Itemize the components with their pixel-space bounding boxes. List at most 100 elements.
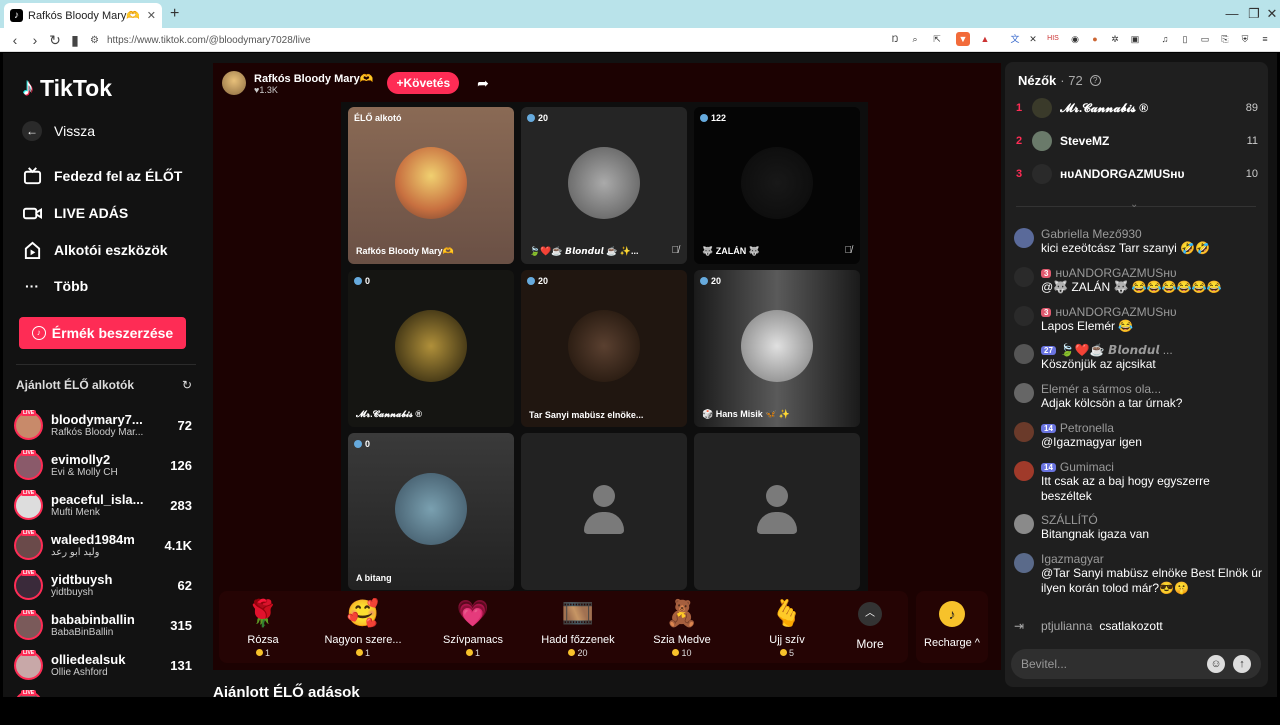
recharge-button[interactable]: ♪ Recharge ^ xyxy=(916,591,988,663)
extension-sync-icon[interactable]: ◉ xyxy=(1068,32,1082,46)
more-gifts-button[interactable]: ︿ More xyxy=(848,602,892,651)
top-viewer-row[interactable]: 3 ʜᴜANDORGAZMUSʜᴜ 10 xyxy=(1016,164,1258,184)
commenter-avatar[interactable] xyxy=(1014,267,1034,287)
commenter-name[interactable]: Elemér a sármos ola... xyxy=(1041,382,1262,396)
gift-icon: 💗 xyxy=(456,598,490,628)
wallet-icon[interactable]: ▭ xyxy=(1198,32,1212,46)
creator-item[interactable]: LIVE bababinballin BabaBinBallin 315 xyxy=(14,605,192,645)
back-link[interactable]: ← Vissza xyxy=(22,121,95,141)
gift-item[interactable]: 🫰 Ujj szív 5 xyxy=(742,598,832,658)
empty-seat-tile[interactable] xyxy=(694,433,860,590)
extension-color-icon[interactable]: ● xyxy=(1088,32,1102,46)
host-avatar[interactable] xyxy=(222,71,246,95)
guest-video-tile[interactable]: 20 Tar Sanyi mabüsz elnöke... xyxy=(521,270,687,427)
creator-item[interactable]: LIVE bloodymary7... Rafkós Bloody Mar...… xyxy=(14,405,192,445)
creator-item[interactable]: LIVE evimolly2 Évi & Molly CH 126 xyxy=(14,445,192,485)
creator-item[interactable]: LIVE waleed1984m وليد ابو رعد 4.1K xyxy=(14,525,192,565)
commenter-avatar[interactable] xyxy=(1014,306,1034,326)
nav-explore-live[interactable]: Fedezd fel az ÉLŐT xyxy=(22,166,182,186)
host-name[interactable]: Rafkós Bloody Mary🫶 xyxy=(254,72,373,85)
gift-item[interactable]: 🥰 Nagyon szere... 1 xyxy=(318,598,408,658)
coin-icon xyxy=(568,649,576,656)
tiktok-logo[interactable]: ♪ TikTok xyxy=(22,74,112,102)
extension-his-icon[interactable]: HIS xyxy=(1046,32,1060,46)
commenter-avatar[interactable] xyxy=(1014,461,1034,481)
guest-video-tile[interactable]: 0 𝓜𝓻.𝓒𝓪𝓷𝓷𝓪𝓫𝓲𝓼 ® xyxy=(348,270,514,427)
brave-shield-icon[interactable]: ▼ xyxy=(956,32,970,46)
extension-translate-icon[interactable]: 文 xyxy=(1008,32,1022,46)
share-arrow-icon[interactable]: ➦ xyxy=(477,75,489,92)
minimize-icon[interactable]: — xyxy=(1222,4,1242,24)
commenter-name[interactable]: 14 Petronella xyxy=(1041,421,1262,435)
reload-icon[interactable]: ↻ xyxy=(46,31,64,49)
guest-video-tile[interactable]: 20 🎲 Hans Misik 🦋 ✨ xyxy=(694,270,860,427)
extension-x-icon[interactable]: ✕ xyxy=(1026,32,1040,46)
commenter-avatar[interactable] xyxy=(1014,422,1034,442)
sidebar-toggle-icon[interactable]: ▯ xyxy=(1178,32,1192,46)
browser-tab[interactable]: ♪ Rafkós Bloody Mary🫶 (@bl ✕ xyxy=(4,3,162,28)
gift-item[interactable]: 💗 Szívpamacs 1 xyxy=(428,598,518,658)
bookmark-icon[interactable]: ▮ xyxy=(66,31,84,49)
empty-seat-tile[interactable] xyxy=(521,433,687,590)
site-info-icon[interactable]: ⚙ xyxy=(90,35,99,46)
vpn-icon[interactable]: ⛨ xyxy=(1238,32,1252,46)
guest-video-tile[interactable]: 20 🍃❤️☕ 𝘽𝙡𝙤𝙣𝙙𝙪𝙡 ☕ ✨... 🎙̸ xyxy=(521,107,687,264)
commenter-avatar[interactable] xyxy=(1014,383,1034,403)
expand-chevron-icon[interactable]: ⌄ xyxy=(1130,199,1138,210)
commenter-name[interactable]: 27 🍃❤️☕ 𝘽𝙡𝙤𝙣𝙙𝙪𝙡 ... xyxy=(1041,343,1262,357)
translate-icon[interactable]: Ŋ xyxy=(888,32,902,46)
guest-video-tile[interactable]: ÉLŐ alkotó Rafkós Bloody Mary🫶 xyxy=(348,107,514,264)
refresh-icon[interactable]: ↻ xyxy=(182,378,192,392)
forward-icon[interactable]: › xyxy=(26,31,44,49)
close-tab-icon[interactable]: ✕ xyxy=(147,9,156,22)
help-icon[interactable]: ? xyxy=(1089,75,1101,86)
gift-item[interactable]: 🎞️ Hadd főzzenek 20 xyxy=(533,598,623,658)
commenter-avatar[interactable] xyxy=(1014,344,1034,364)
creator-item[interactable]: LIVE peaceful_isla... Mufti Menk 283 xyxy=(14,485,192,525)
music-icon[interactable]: ♫ xyxy=(1158,32,1172,46)
address-bar[interactable]: ⚙ https://www.tiktok.com/@bloodymary7028… xyxy=(90,30,990,50)
commenter-name[interactable]: 3 ʜᴜANDORGAZMUSʜᴜ xyxy=(1041,305,1262,319)
menu-icon[interactable]: ≡ xyxy=(1258,32,1272,46)
gift-item[interactable]: 🌹 Rózsa 1 xyxy=(218,598,308,658)
commenter-name[interactable]: 3 ʜᴜANDORGAZMUSʜᴜ xyxy=(1041,266,1262,280)
creator-viewer-count: 283 xyxy=(170,497,192,513)
chat-input[interactable]: Bevitel... ☺ ↑ xyxy=(1011,649,1261,679)
close-window-icon[interactable]: ✕ xyxy=(1262,4,1280,24)
guest-video-tile[interactable]: 122 🐺 ZALÁN 🐺 🎙̸ xyxy=(694,107,860,264)
creator-viewer-count: 62 xyxy=(177,577,192,593)
commenter-name[interactable]: Gabriella Mező930 xyxy=(1041,227,1262,241)
extension-gear-icon[interactable]: ✲ xyxy=(1108,32,1122,46)
rewards-icon[interactable]: ▲ xyxy=(978,32,992,46)
new-tab-button[interactable]: + xyxy=(170,5,186,23)
emoji-icon[interactable]: ☺ xyxy=(1207,655,1225,673)
share-page-icon[interactable]: ⇱ xyxy=(930,32,944,46)
commenter-name[interactable]: SZÁLLÍTÓ xyxy=(1041,513,1262,527)
gift-item[interactable]: 🧸 Szia Medve 10 xyxy=(637,598,727,658)
gift-name: Ujj szív xyxy=(769,634,805,646)
earn-coins-button[interactable]: ♪ Érmék beszerzése xyxy=(19,317,186,349)
join-notice: ⇥ ptjulianna csatlakozott xyxy=(1014,619,1262,633)
extension-frame-icon[interactable]: ▣ xyxy=(1128,32,1142,46)
send-icon[interactable]: ↑ xyxy=(1233,655,1251,673)
top-viewer-row[interactable]: 1 𝓜𝓻.𝓒𝓪𝓷𝓷𝓪𝓫𝓲𝓼 ® 89 xyxy=(1016,98,1258,118)
restore-icon[interactable]: ❐ xyxy=(1244,4,1264,24)
follow-button[interactable]: +Követés xyxy=(387,72,460,94)
zoom-icon[interactable]: ⌕ xyxy=(908,32,922,46)
commenter-name[interactable]: Igazmagyar xyxy=(1041,552,1262,566)
top-viewer-row[interactable]: 2 SteveMZ 11 xyxy=(1016,131,1258,151)
nav-more[interactable]: ··· Több xyxy=(22,276,88,296)
creator-item[interactable]: LIVE olliedealsuk Ollie Ashford 131 xyxy=(14,645,192,685)
coin-icon: ♪ xyxy=(31,326,46,340)
extensions-icon[interactable]: ⎘ xyxy=(1218,32,1232,46)
creator-item[interactable]: LIVE yidtbuysh yidtbuysh 62 xyxy=(14,565,192,605)
join-user[interactable]: ptjulianna xyxy=(1041,619,1092,633)
commenter-avatar[interactable] xyxy=(1014,553,1034,573)
nav-creator-tools[interactable]: Alkotói eszközök xyxy=(22,240,168,260)
back-icon[interactable]: ‹ xyxy=(6,31,24,49)
commenter-name[interactable]: 14 Gumimaci xyxy=(1041,460,1262,474)
commenter-avatar[interactable] xyxy=(1014,228,1034,248)
guest-video-tile[interactable]: 0 A bitang xyxy=(348,433,514,590)
nav-go-live[interactable]: LIVE ADÁS xyxy=(22,203,128,223)
commenter-avatar[interactable] xyxy=(1014,514,1034,534)
